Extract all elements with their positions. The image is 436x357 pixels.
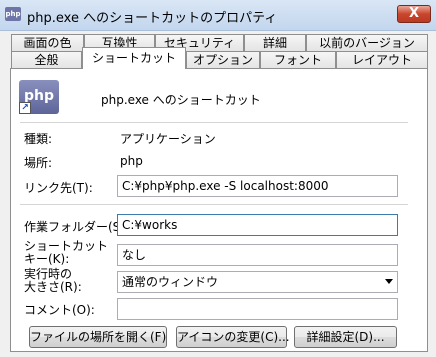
tab-options[interactable]: オプション [186,51,260,69]
comment-field[interactable] [117,298,398,320]
run-label-line2: 大きさ(R): [24,280,82,294]
window-title: php.exe へのショートカットのプロパティ [27,11,278,26]
tab-shortcut[interactable]: ショートカット [82,47,186,69]
shortcut-name: php.exe へのショートカット [101,93,261,107]
php-shortcut-icon: php ↗ [19,80,59,114]
shortcut-arrow-icon: ↗ [19,102,31,114]
location-value: php [120,154,143,168]
chevron-down-icon[interactable] [385,279,393,284]
properties-window: php php.exe へのショートカットのプロパティ X 画面の色 互換性 セ… [0,0,436,357]
advanced-button[interactable]: 詳細設定(D)... [294,326,397,348]
start-in-label: 作業フォルダー(S): [24,220,130,234]
run-label: 実行時の 大きさ(R): [24,268,82,294]
run-size-dropdown[interactable]: 通常のウィンドウ [117,271,398,293]
tab-layout[interactable]: レイアウト [336,51,428,69]
php-app-icon: php [5,7,21,21]
type-value: アプリケーション [120,132,216,146]
open-file-location-button[interactable]: ファイルの場所を開く(F) [29,326,167,348]
close-button[interactable]: X [397,5,431,23]
comment-label: コメント(O): [24,303,95,317]
separator [20,204,408,205]
tab-previous-versions[interactable]: 以前のバージョン [306,34,428,52]
start-in-field[interactable]: C:¥works [117,214,398,236]
location-label: 場所: [24,156,53,170]
target-field[interactable]: C:¥php¥php.exe -S localhost:8000 [117,175,398,197]
tab-colors[interactable]: 画面の色 [11,34,84,52]
hotkey-label-line2: キー(K): [24,252,70,266]
tab-font[interactable]: フォント [260,51,336,69]
tab-details[interactable]: 詳細 [244,34,306,52]
hotkey-field[interactable]: なし [117,244,398,266]
type-label: 種類: [24,132,53,146]
change-icon-button[interactable]: アイコンの変更(C)... [176,326,290,348]
separator [20,122,408,123]
hotkey-label: ショートカット キー(K): [24,240,108,266]
run-size-value: 通常のウィンドウ [122,275,219,289]
target-label: リンク先(T): [24,181,93,195]
title-bar: php php.exe へのショートカットのプロパティ X [0,0,436,31]
tab-general[interactable]: 全般 [11,51,82,69]
